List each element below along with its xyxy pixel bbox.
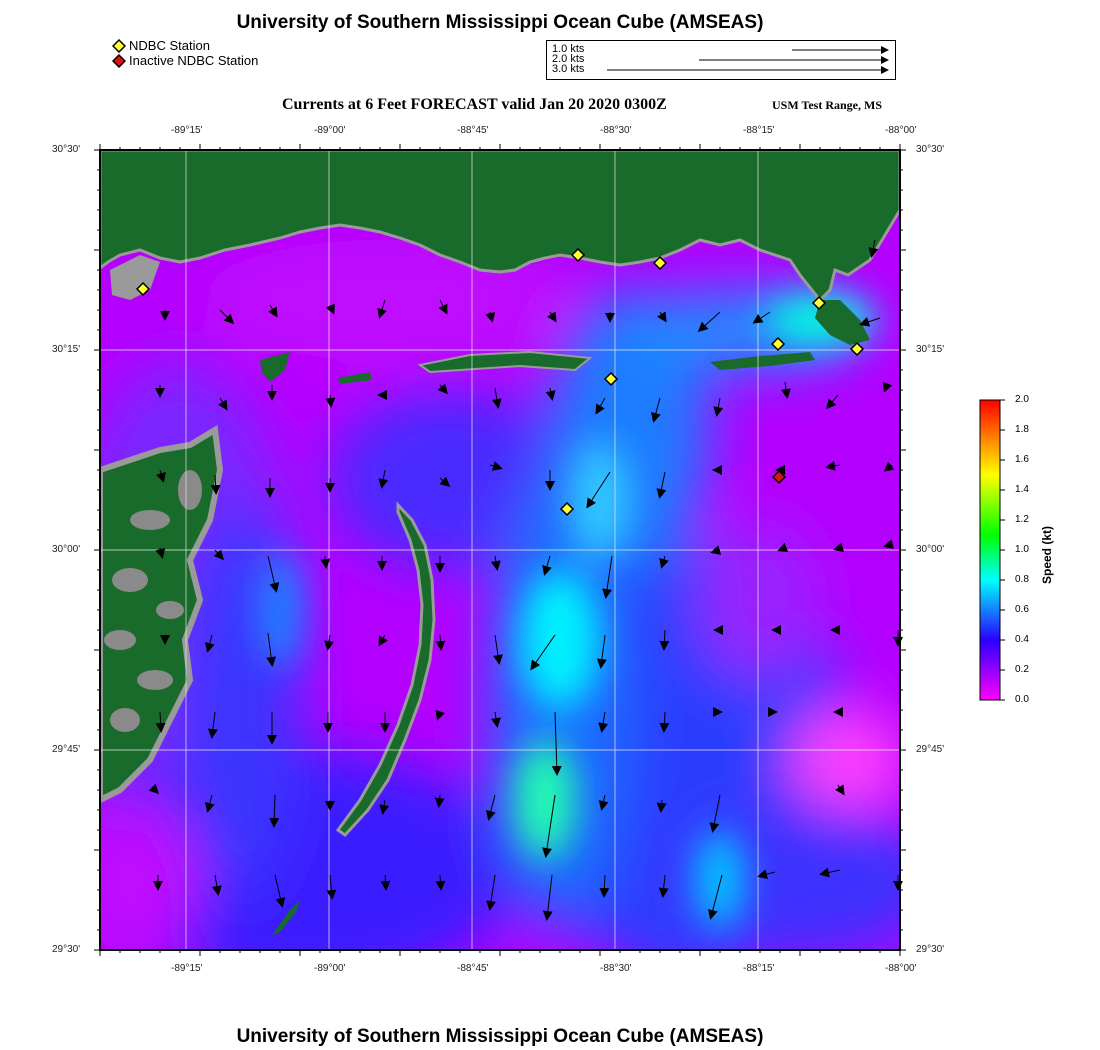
lon-tick-bottom: -88°00' [885,963,917,974]
colorbar-tick-label: 1.2 [1015,514,1029,525]
lon-tick-top: -89°00' [314,125,346,136]
colorbar-tick-label: 0.4 [1015,634,1029,645]
colorbar-tick-label: 2.0 [1015,394,1029,405]
lon-tick-top: -88°30' [600,125,632,136]
lon-tick-bottom: -89°15' [171,963,203,974]
colorbar-tick-label: 1.6 [1015,454,1029,465]
lat-tick-right: 30°00' [916,544,945,555]
lon-tick-top: -88°45' [457,125,489,136]
lon-tick-bottom: -88°15' [743,963,775,974]
lat-tick-right: 29°30' [916,944,945,955]
lon-tick-bottom: -88°30' [600,963,632,974]
colorbar [979,399,1001,701]
lat-tick-right: 30°15' [916,344,945,355]
colorbar-tick-label: 0.8 [1015,574,1029,585]
colorbar-tick-label: 0.6 [1015,604,1029,615]
lon-tick-bottom: -89°00' [314,963,346,974]
lon-tick-bottom: -88°45' [457,963,489,974]
colorbar-tick-label: 1.4 [1015,484,1029,495]
lat-tick-left: 30°15' [52,344,81,355]
lat-tick-left: 30°30' [52,144,81,155]
lon-tick-top: -89°15' [171,125,203,136]
colorbar-tick-label: 0.0 [1015,694,1029,705]
lon-tick-top: -88°00' [885,125,917,136]
lat-tick-left: 30°00' [52,544,81,555]
lon-tick-top: -88°15' [743,125,775,136]
colorbar-tick-label: 1.0 [1015,544,1029,555]
lat-tick-right: 29°45' [916,744,945,755]
lat-tick-left: 29°30' [52,944,81,955]
colorbar-tick-label: 1.8 [1015,424,1029,435]
lat-tick-left: 29°45' [52,744,81,755]
current-speed-map [94,144,1005,956]
colorbar-tick-label: 0.2 [1015,664,1029,675]
footer-title: University of Southern Mississippi Ocean… [236,1026,764,1047]
lat-tick-right: 30°30' [916,144,945,155]
colorbar-title: Speed (kt) [1040,525,1054,584]
colorbar-ticks [1000,399,1005,701]
